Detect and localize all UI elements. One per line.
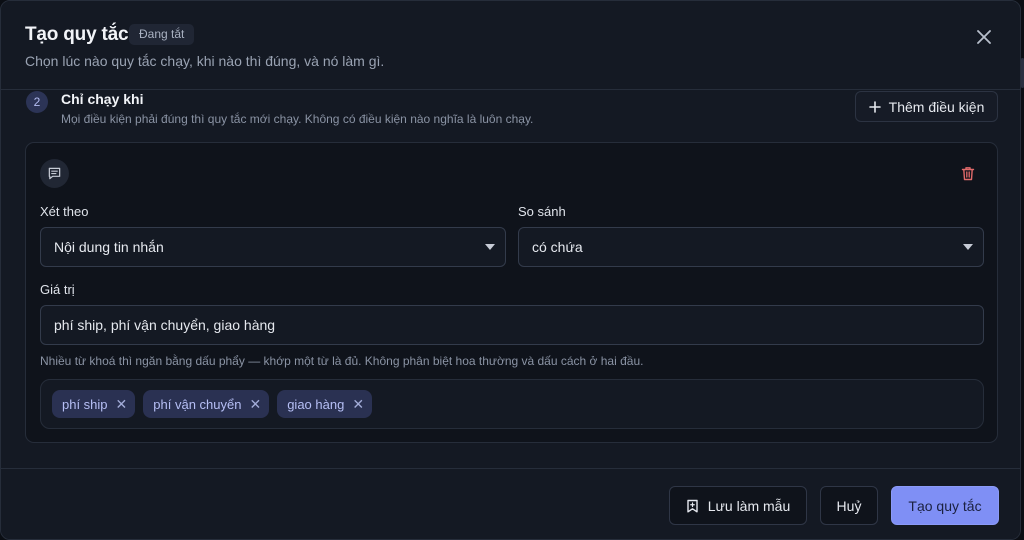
value-hint: Nhiều từ khoá thì ngăn bằng dấu phẩy — k… <box>40 354 644 368</box>
value-input[interactable]: phí ship, phí vận chuyển, giao hàng <box>40 305 984 345</box>
keyword-tags: phí ship ✕ phí vận chuyển ✕ giao hàng ✕ <box>40 379 984 429</box>
field-select[interactable]: Nội dung tin nhắn <box>40 227 506 267</box>
close-icon <box>977 30 991 44</box>
dialog-footer: Lưu làm mẫu Huỷ Tạo quy tắc <box>1 468 1020 539</box>
plus-icon <box>868 100 881 113</box>
remove-tag-icon[interactable]: ✕ <box>116 397 128 411</box>
step-description: Mọi điều kiện phải đúng thì quy tắc mới … <box>61 112 534 126</box>
value-input-text: phí ship, phí vận chuyển, giao hàng <box>54 317 276 333</box>
chevron-down-icon <box>963 244 973 250</box>
operator-label: So sánh <box>518 204 566 219</box>
dialog-header: Tạo quy tắc Đang tắt Chọn lúc nào quy tắ… <box>1 1 1020 90</box>
keyword-tag: giao hàng ✕ <box>277 390 373 418</box>
bookmark-icon <box>687 499 698 512</box>
step-number: 2 <box>26 91 48 113</box>
save-template-label: Lưu làm mẫu <box>707 497 791 514</box>
add-condition-button[interactable]: Thêm điều kiện <box>855 91 998 122</box>
keyword-tag: phí vận chuyển ✕ <box>143 390 270 418</box>
create-rule-label: Tạo quy tắc <box>908 497 982 514</box>
remove-tag-icon[interactable]: ✕ <box>249 397 261 411</box>
create-rule-button[interactable]: Tạo quy tắc <box>891 486 999 525</box>
close-button[interactable] <box>970 23 998 51</box>
delete-condition-button[interactable] <box>958 163 978 183</box>
keyword-tag-label: giao hàng <box>287 396 345 412</box>
status-badge: Đang tắt <box>129 24 195 45</box>
create-rule-dialog: Tạo quy tắc Đang tắt Chọn lúc nào quy tắ… <box>0 0 1021 540</box>
operator-select-value: có chứa <box>532 239 583 255</box>
chevron-down-icon <box>485 244 495 250</box>
message-icon <box>48 167 61 180</box>
keyword-tag-label: phí ship <box>62 396 108 412</box>
keyword-tag: phí ship ✕ <box>52 390 136 418</box>
trash-icon <box>961 166 975 180</box>
field-label: Xét theo <box>40 204 89 219</box>
cancel-label: Huỷ <box>836 497 862 514</box>
step-title: Chỉ chạy khi <box>61 91 144 107</box>
operator-select[interactable]: có chứa <box>518 227 984 267</box>
condition-card: Xét theo Nội dung tin nhắn So sánh có ch… <box>25 142 998 443</box>
field-select-value: Nội dung tin nhắn <box>54 239 164 255</box>
dialog-title: Tạo quy tắc <box>25 24 129 45</box>
keyword-tag-label: phí vận chuyển <box>153 396 242 412</box>
remove-tag-icon[interactable]: ✕ <box>352 397 364 411</box>
add-condition-label: Thêm điều kiện <box>888 98 985 115</box>
save-template-button[interactable]: Lưu làm mẫu <box>669 486 807 525</box>
cancel-button[interactable]: Huỷ <box>820 486 878 525</box>
dialog-subtitle: Chọn lúc nào quy tắc chạy, khi nào thì đ… <box>25 53 385 69</box>
value-label: Giá trị <box>40 282 75 297</box>
condition-type-badge <box>40 159 69 188</box>
